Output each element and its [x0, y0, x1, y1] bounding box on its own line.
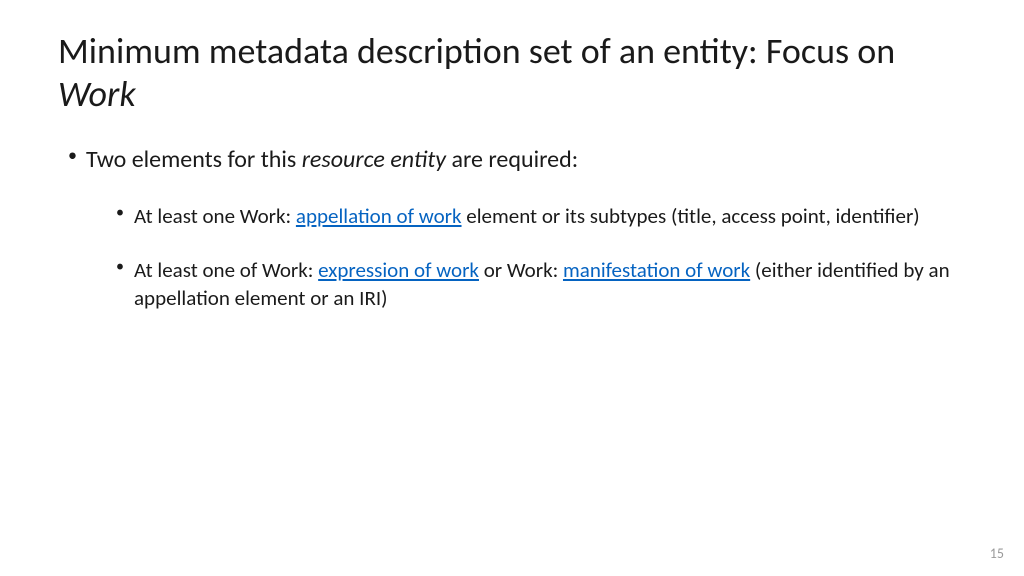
bullet1-italic: resource entity: [302, 145, 446, 174]
bullet-level2-item2: At least one of Work: expression of work…: [116, 256, 966, 313]
sub2-mid: or Work:: [479, 257, 563, 283]
bullet-level2-item1: At least one Work: appellation of work e…: [116, 202, 966, 230]
sub1-post: element or its subtypes (title, access p…: [462, 203, 920, 229]
sub1-pre: At least one Work:: [134, 203, 296, 229]
slide-title: Minimum metadata description set of an e…: [58, 30, 966, 116]
bullet-level1: Two elements for this resource entity ar…: [68, 144, 966, 175]
bullet1-pre: Two elements for this: [86, 145, 302, 174]
link-appellation-of-work[interactable]: appellation of work: [296, 203, 462, 229]
page-number: 15: [990, 545, 1004, 562]
title-text: Minimum metadata description set of an e…: [58, 29, 895, 73]
sub2-pre: At least one of Work:: [134, 257, 318, 283]
bullet1-post: are required:: [446, 145, 578, 174]
link-manifestation-of-work[interactable]: manifestation of work: [563, 257, 750, 283]
title-italic: Work: [58, 72, 136, 116]
link-expression-of-work[interactable]: expression of work: [318, 257, 479, 283]
